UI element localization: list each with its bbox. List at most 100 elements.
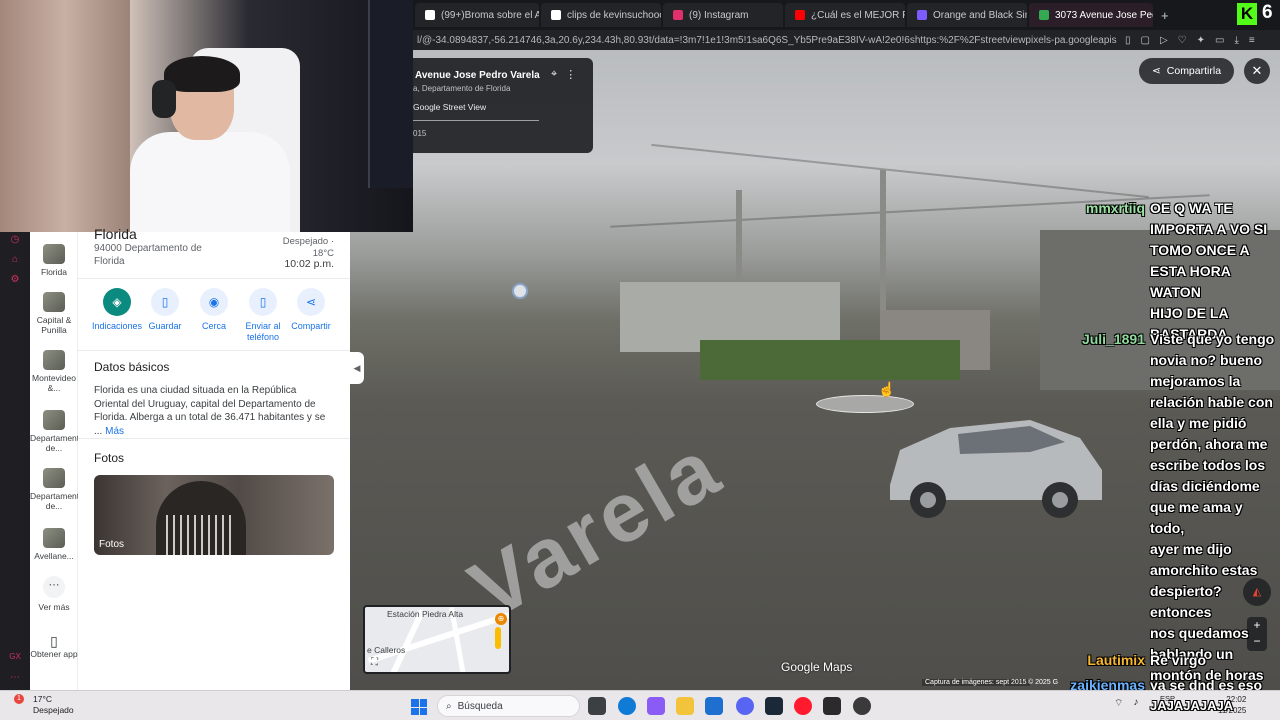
browser-tab[interactable]: ¿Cuál es el MEJOR Pan xyxy=(785,3,905,27)
chat-text: OE Q WA TE IMPORTA A VO SI TOMO ONCE A E… xyxy=(1150,200,1268,342)
home-icon[interactable]: ⌂ xyxy=(9,254,21,266)
nearby-icon: ◉ xyxy=(200,288,228,316)
chat-username: Lautimix xyxy=(1087,652,1145,668)
phone-icon: ▯ xyxy=(50,633,58,649)
google-maps-logo: Google Maps xyxy=(781,660,853,674)
bookmark-icon[interactable]: ▯ xyxy=(1125,35,1131,46)
navigation-disc[interactable] xyxy=(816,395,914,413)
share-button[interactable]: ⋖ Compartir xyxy=(283,288,339,332)
address-bar[interactable]: l/@-34.0894837,-56.214746,3a,20.6y,234.4… xyxy=(413,30,1280,50)
place-weather: Despejado · 18°C 10:02 p.m. xyxy=(282,236,334,270)
tiktok-icon xyxy=(425,10,435,20)
mic-icon[interactable]: ♪ xyxy=(1133,697,1138,710)
browser-tabbar: (99+)Broma sobre el Ai clips de kevinsuc… xyxy=(413,0,1280,30)
browser-tab[interactable]: Orange and Black Simp xyxy=(907,3,1027,27)
share-street-view-button[interactable]: ⋖ Compartirla xyxy=(1139,58,1234,84)
windows-start-icon[interactable] xyxy=(411,699,427,715)
epic-games-icon[interactable] xyxy=(823,697,841,715)
settings-icon[interactable]: ⚙ xyxy=(9,274,21,286)
capture-date[interactable]: 015 xyxy=(413,129,426,138)
divider xyxy=(413,120,539,121)
place-description: Florida es una ciudad situada en la Repú… xyxy=(94,385,326,437)
more-vert-icon[interactable]: ⋮ xyxy=(565,68,576,81)
browser-tab[interactable]: (99+)Broma sobre el Ai xyxy=(415,3,539,27)
directions-icon: ◈ xyxy=(103,288,131,316)
share-icon: ⋖ xyxy=(1151,65,1161,77)
photos-heading: Fotos xyxy=(94,451,125,465)
more-link[interactable]: Más xyxy=(105,426,124,437)
mouse-cursor-icon: ☝ xyxy=(878,381,896,397)
heart-icon[interactable]: ♡ xyxy=(1178,35,1187,46)
snapshot-icon[interactable]: ▢ xyxy=(1141,35,1150,46)
edge-icon[interactable] xyxy=(618,697,636,715)
webcam-overlay xyxy=(0,0,413,232)
pegman-icon[interactable] xyxy=(495,627,501,649)
download-icon[interactable]: ⤓ xyxy=(1234,35,1238,46)
system-tray: ⌔ ♪ xyxy=(1114,697,1138,710)
chat-text: Re virgo xyxy=(1150,652,1207,668)
kick-logo-icon: K xyxy=(1237,3,1257,25)
history-icon[interactable]: ◷ xyxy=(9,234,21,246)
photos-label: Fotos xyxy=(99,539,125,550)
task-view-icon[interactable] xyxy=(588,697,606,715)
screen: Varela ☝ (99+)Broma sobre el Ai clips de… xyxy=(0,0,1280,720)
file-explorer-icon[interactable] xyxy=(676,697,694,715)
rail-item[interactable]: Capital & Punilla xyxy=(30,292,78,335)
menu-icon[interactable]: ≡ xyxy=(1249,35,1255,46)
expand-icon[interactable]: ⛶ xyxy=(371,657,378,668)
store-icon[interactable] xyxy=(705,697,723,715)
imagery-caption: Captura de imágenes: sept 2015 xyxy=(922,679,1030,686)
place-address: 94000 Departamento de Florida xyxy=(94,243,202,267)
browser-tab[interactable]: clips de kevinsuchooo xyxy=(541,3,661,27)
location-subtitle: a, Departamento de Florida xyxy=(413,84,511,93)
opera-gx-icon[interactable] xyxy=(794,697,812,715)
pin-icon[interactable]: ⌖ xyxy=(551,68,557,81)
rail-item[interactable]: Florida xyxy=(30,244,78,277)
map-street-label: e Calleros xyxy=(367,645,406,655)
chat-footer-text: JAJAJAJAJA xyxy=(1150,698,1234,713)
obs-icon[interactable] xyxy=(853,697,871,715)
copilot-icon[interactable] xyxy=(647,697,665,715)
chat-username: Juli_1891 xyxy=(1081,331,1145,347)
divider xyxy=(78,350,350,351)
close-street-view-button[interactable]: ✕ xyxy=(1244,58,1270,84)
nearby-button[interactable]: ◉ Cerca xyxy=(186,288,242,332)
wallet-icon[interactable]: ▭ xyxy=(1215,35,1224,46)
collapse-panel-button[interactable]: ◀ xyxy=(350,352,364,384)
rail-item[interactable]: Departamento de... xyxy=(30,410,84,453)
place-thumbnail xyxy=(43,528,65,548)
maps-pin-icon xyxy=(1039,10,1049,20)
weather-widget[interactable]: 17°C Despejado xyxy=(33,694,74,716)
new-tab-icon[interactable]: + xyxy=(1161,8,1169,23)
location-card-actions: ⌖ ⋮ xyxy=(551,68,576,81)
place-panel: Florida 94000 Departamento de Florida De… xyxy=(78,226,350,690)
rail-item[interactable]: Departamento de... xyxy=(30,468,84,511)
browser-tab[interactable]: (9) Instagram xyxy=(663,3,783,27)
get-app-button[interactable]: ▯ Obtener app xyxy=(30,633,78,659)
divider xyxy=(78,278,350,279)
rail-item[interactable]: Montevideo &... xyxy=(30,350,78,393)
navigation-marker[interactable] xyxy=(512,283,528,299)
more-icon[interactable]: ⋯ xyxy=(9,672,21,684)
save-button[interactable]: ▯ Guardar xyxy=(137,288,193,332)
discord-icon[interactable] xyxy=(736,697,754,715)
browser-tab-active[interactable]: 3073 Avenue Jose Pedro xyxy=(1029,3,1153,27)
gx-icon[interactable]: GX xyxy=(9,652,21,664)
basics-heading: Datos básicos xyxy=(94,360,170,374)
search-icon: ⌕ xyxy=(446,700,452,712)
wifi-icon[interactable]: ⌔ xyxy=(1114,697,1123,710)
rail-more-button[interactable]: ⋯ Ver más xyxy=(30,576,78,612)
taskbar-search[interactable]: ⌕ Búsqueda xyxy=(437,695,580,717)
photos-thumbnail[interactable]: Fotos xyxy=(94,475,334,555)
extensions-icon[interactable]: ✦ xyxy=(1197,35,1205,46)
steam-icon[interactable] xyxy=(765,697,783,715)
streamer-shirt xyxy=(130,132,290,232)
streamer xyxy=(130,56,290,232)
map-station-label: Estación Piedra Alta xyxy=(387,609,464,619)
rail-item[interactable]: Avellane... xyxy=(30,528,78,561)
play-icon[interactable]: ▷ xyxy=(1160,35,1168,46)
minimap[interactable]: Estación Piedra Alta e Calleros ⊕ ⛶ xyxy=(363,605,511,674)
url-text[interactable]: l/@-34.0894837,-56.214746,3a,20.6y,234.4… xyxy=(417,35,1117,46)
map-pin-icon: ⊕ xyxy=(495,613,507,625)
location-card: Avenue Jose Pedro Varela a, Departamento… xyxy=(413,58,593,153)
